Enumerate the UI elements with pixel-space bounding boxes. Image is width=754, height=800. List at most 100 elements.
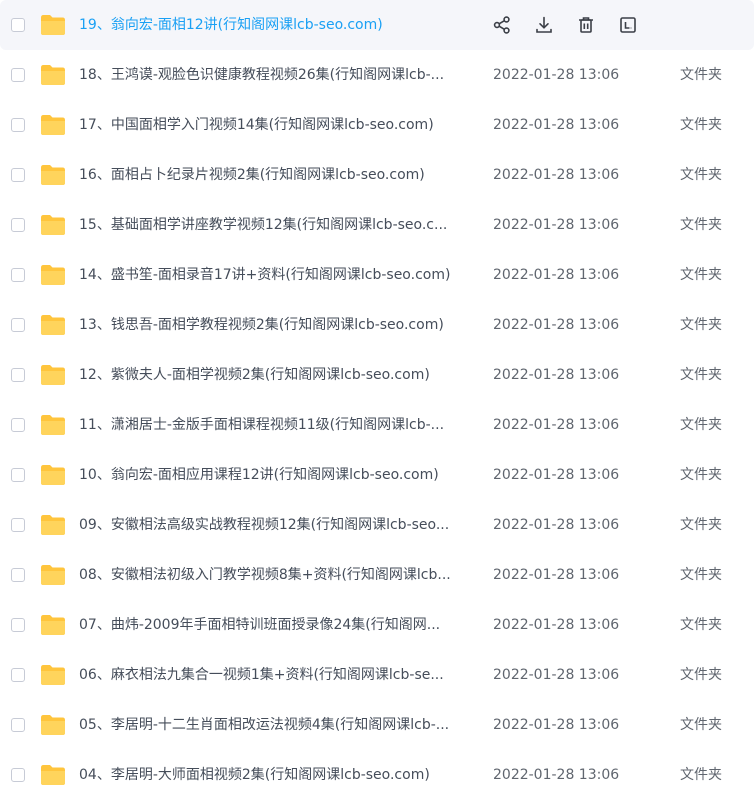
- file-type: 文件夹: [680, 367, 722, 383]
- file-name[interactable]: 04、李居明-大师面相视频2集(行知阁网课lcb-seo.com): [79, 766, 474, 784]
- folder-icon: [41, 215, 65, 235]
- folder-icon: [41, 65, 65, 85]
- row-checkbox[interactable]: [11, 418, 25, 432]
- folder-icon: [41, 565, 65, 585]
- file-row[interactable]: 14、盛书笙-面相录音17讲+资料(行知阁网课lcb-seo.com) 2022…: [0, 250, 754, 300]
- modified-date: 2022-01-28 13:06: [493, 67, 620, 83]
- folder-icon: [41, 465, 65, 485]
- file-row[interactable]: 05、李居明-十二生肖面相改运法视频4集(行知阁网课lcb-... 2022-0…: [0, 700, 754, 750]
- file-type: 文件夹: [680, 717, 722, 733]
- row-checkbox[interactable]: [11, 68, 25, 82]
- row-checkbox[interactable]: [11, 18, 25, 32]
- modified-date: 2022-01-28 13:06: [493, 167, 620, 183]
- modified-date: 2022-01-28 13:06: [493, 217, 620, 233]
- folder-icon: [41, 615, 65, 635]
- modified-date: 2022-01-28 13:06: [493, 767, 620, 783]
- file-type: 文件夹: [680, 517, 722, 533]
- file-row[interactable]: 07、曲炜-2009年手面相特训班面授录像24集(行知阁网... 2022-01…: [0, 600, 754, 650]
- modified-date: 2022-01-28 13:06: [493, 367, 620, 383]
- modified-date: 2022-01-28 13:06: [493, 117, 620, 133]
- file-row[interactable]: 10、翁向宏-面相应用课程12讲(行知阁网课lcb-seo.com) 2022-…: [0, 450, 754, 500]
- file-name[interactable]: 09、安徽相法高级实战教程视频12集(行知阁网课lcb-seo...: [79, 516, 474, 534]
- file-type: 文件夹: [680, 267, 722, 283]
- file-row[interactable]: 12、紫微夫人-面相学视频2集(行知阁网课lcb-seo.com) 2022-0…: [0, 350, 754, 400]
- file-type: 文件夹: [680, 67, 722, 83]
- row-checkbox[interactable]: [11, 168, 25, 182]
- modified-date: 2022-01-28 13:06: [493, 617, 620, 633]
- folder-icon: [41, 265, 65, 285]
- folder-icon: [41, 715, 65, 735]
- file-row[interactable]: 08、安徽相法初级入门教学视频8集+资料(行知阁网课lcb... 2022-01…: [0, 550, 754, 600]
- rename-icon: [620, 17, 636, 33]
- folder-icon: [41, 415, 65, 435]
- modified-date: 2022-01-28 13:06: [493, 717, 620, 733]
- download-icon: [536, 16, 552, 33]
- row-checkbox[interactable]: [11, 768, 25, 782]
- folder-icon: [41, 515, 65, 535]
- share-icon: [493, 16, 510, 34]
- file-name[interactable]: 13、钱思吾-面相学教程视频2集(行知阁网课lcb-seo.com): [79, 316, 474, 334]
- file-type: 文件夹: [680, 317, 722, 333]
- trash-icon: [579, 17, 593, 33]
- folder-icon: [41, 665, 65, 685]
- row-checkbox[interactable]: [11, 318, 25, 332]
- row-checkbox[interactable]: [11, 218, 25, 232]
- file-type: 文件夹: [680, 567, 722, 583]
- row-checkbox[interactable]: [11, 468, 25, 482]
- share-button[interactable]: [490, 13, 514, 37]
- file-row[interactable]: 17、中国面相学入门视频14集(行知阁网课lcb-seo.com) 2022-0…: [0, 100, 754, 150]
- file-type: 文件夹: [680, 667, 722, 683]
- folder-icon: [41, 165, 65, 185]
- file-name[interactable]: 16、面相占卜纪录片视频2集(行知阁网课lcb-seo.com): [79, 166, 474, 184]
- folder-icon: [41, 365, 65, 385]
- modified-date: 2022-01-28 13:06: [493, 267, 620, 283]
- file-row[interactable]: 19、翁向宏-面相12讲(行知阁网课lcb-seo.com): [0, 0, 754, 50]
- file-name[interactable]: 06、麻衣相法九集合一视频1集+资料(行知阁网课lcb-se...: [79, 666, 474, 684]
- file-name[interactable]: 07、曲炜-2009年手面相特训班面授录像24集(行知阁网...: [79, 616, 474, 634]
- folder-icon: [41, 315, 65, 335]
- row-checkbox[interactable]: [11, 518, 25, 532]
- file-type: 文件夹: [680, 417, 722, 433]
- file-type: 文件夹: [680, 217, 722, 233]
- file-name[interactable]: 12、紫微夫人-面相学视频2集(行知阁网课lcb-seo.com): [79, 366, 474, 384]
- file-name[interactable]: 15、基础面相学讲座教学视频12集(行知阁网课lcb-seo.c...: [79, 216, 474, 234]
- modified-date: 2022-01-28 13:06: [493, 667, 620, 683]
- file-type: 文件夹: [680, 467, 722, 483]
- file-name[interactable]: 08、安徽相法初级入门教学视频8集+资料(行知阁网课lcb...: [79, 566, 474, 584]
- file-row[interactable]: 09、安徽相法高级实战教程视频12集(行知阁网课lcb-seo... 2022-…: [0, 500, 754, 550]
- file-type: 文件夹: [680, 767, 722, 783]
- rename-button[interactable]: [616, 13, 640, 37]
- row-checkbox[interactable]: [11, 668, 25, 682]
- file-type: 文件夹: [680, 617, 722, 633]
- modified-date: 2022-01-28 13:06: [493, 517, 620, 533]
- delete-button[interactable]: [574, 13, 598, 37]
- modified-date: 2022-01-28 13:06: [493, 567, 620, 583]
- file-type: 文件夹: [680, 167, 722, 183]
- row-checkbox[interactable]: [11, 618, 25, 632]
- modified-date: 2022-01-28 13:06: [493, 467, 620, 483]
- file-row[interactable]: 15、基础面相学讲座教学视频12集(行知阁网课lcb-seo.c... 2022…: [0, 200, 754, 250]
- file-row[interactable]: 11、潇湘居士-金版手面相课程视频11级(行知阁网课lcb-... 2022-0…: [0, 400, 754, 450]
- file-name[interactable]: 19、翁向宏-面相12讲(行知阁网课lcb-seo.com): [79, 16, 474, 34]
- modified-date: 2022-01-28 13:06: [493, 417, 620, 433]
- row-checkbox[interactable]: [11, 268, 25, 282]
- file-row[interactable]: 06、麻衣相法九集合一视频1集+资料(行知阁网课lcb-se... 2022-0…: [0, 650, 754, 700]
- row-checkbox[interactable]: [11, 718, 25, 732]
- file-row[interactable]: 18、王鸿谟-观脸色识健康教程视频26集(行知阁网课lcb-... 2022-0…: [0, 50, 754, 100]
- download-button[interactable]: [532, 13, 556, 37]
- file-name[interactable]: 10、翁向宏-面相应用课程12讲(行知阁网课lcb-seo.com): [79, 466, 474, 484]
- folder-icon: [41, 15, 65, 35]
- file-name[interactable]: 11、潇湘居士-金版手面相课程视频11级(行知阁网课lcb-...: [79, 416, 474, 434]
- row-checkbox[interactable]: [11, 568, 25, 582]
- file-row[interactable]: 04、李居明-大师面相视频2集(行知阁网课lcb-seo.com) 2022-0…: [0, 750, 754, 800]
- row-checkbox[interactable]: [11, 118, 25, 132]
- folder-icon: [41, 765, 65, 785]
- file-name[interactable]: 17、中国面相学入门视频14集(行知阁网课lcb-seo.com): [79, 116, 474, 134]
- file-row[interactable]: 13、钱思吾-面相学教程视频2集(行知阁网课lcb-seo.com) 2022-…: [0, 300, 754, 350]
- file-name[interactable]: 05、李居明-十二生肖面相改运法视频4集(行知阁网课lcb-...: [79, 716, 474, 734]
- file-name[interactable]: 14、盛书笙-面相录音17讲+资料(行知阁网课lcb-seo.com): [79, 266, 474, 284]
- row-checkbox[interactable]: [11, 368, 25, 382]
- file-name[interactable]: 18、王鸿谟-观脸色识健康教程视频26集(行知阁网课lcb-...: [79, 66, 474, 84]
- file-type: 文件夹: [680, 117, 722, 133]
- file-row[interactable]: 16、面相占卜纪录片视频2集(行知阁网课lcb-seo.com) 2022-01…: [0, 150, 754, 200]
